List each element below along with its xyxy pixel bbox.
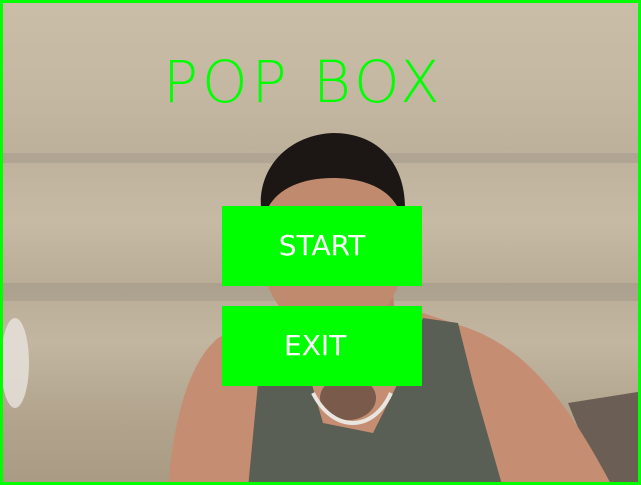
game-window: POP BOX START EXIT	[0, 0, 641, 485]
exit-button-label: EXIT	[284, 329, 347, 362]
exit-button[interactable]: EXIT	[222, 306, 422, 386]
start-button[interactable]: START	[222, 206, 422, 286]
game-title: POP BOX	[163, 48, 444, 116]
blurry-object	[3, 318, 29, 408]
start-button-label: START	[278, 229, 366, 262]
